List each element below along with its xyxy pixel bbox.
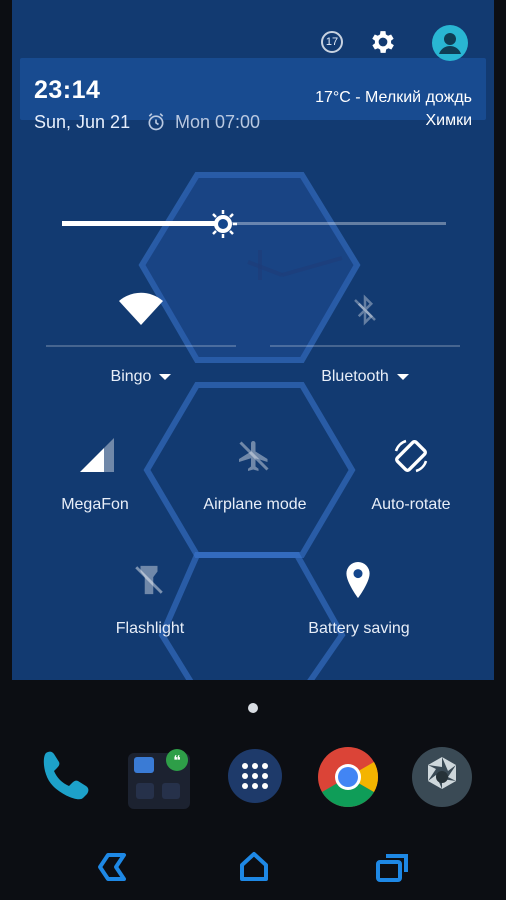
tile-bluetooth[interactable]: Bluetooth — [270, 285, 460, 395]
avatar-icon — [439, 33, 461, 54]
flashlight-off-icon — [135, 565, 163, 595]
next-alarm[interactable]: Mon 07:00 — [175, 112, 260, 133]
notification-badge[interactable]: 17 — [321, 31, 343, 53]
alarm-icon — [148, 113, 164, 131]
chevron-down-icon — [396, 373, 409, 380]
tile-divider — [46, 345, 236, 347]
tile-cellular-label: MegaFon — [61, 496, 129, 513]
airplane-icon — [239, 441, 269, 471]
tile-bluetooth-label-row[interactable]: Bluetooth — [270, 368, 460, 386]
messages-mini-icon — [134, 757, 154, 773]
tile-auto-rotate-label: Auto-rotate — [371, 496, 451, 513]
rotate-icon — [394, 439, 428, 473]
tile-wifi-label: Bingo — [110, 368, 152, 385]
chevron-down-icon — [159, 373, 172, 380]
bluetooth-off-icon — [354, 294, 376, 326]
tile-flashlight-label: Flashlight — [115, 620, 185, 637]
phone-icon[interactable] — [32, 745, 96, 809]
hangouts-mini-icon: ❝ — [166, 749, 188, 771]
tile-airplane[interactable]: Airplane mode — [190, 436, 320, 526]
page-indicator — [248, 703, 258, 713]
brightness-fill — [62, 221, 223, 226]
wifi-icon — [119, 292, 163, 325]
home-icon[interactable] — [234, 850, 274, 884]
tile-auto-rotate[interactable]: Auto-rotate — [356, 436, 466, 526]
grid-dots-icon — [242, 763, 268, 789]
tile-divider — [270, 345, 460, 347]
battery-saver-icon — [346, 562, 370, 598]
app-drawer-icon[interactable] — [226, 745, 290, 809]
avatar[interactable] — [432, 25, 468, 61]
tile-airplane-label: Airplane mode — [203, 496, 307, 513]
tile-battery-saving-label: Battery saving — [308, 620, 410, 637]
tile-wifi[interactable]: Bingo — [46, 285, 236, 395]
back-icon[interactable] — [96, 850, 136, 884]
camera-icon[interactable] — [410, 745, 474, 809]
gear-icon[interactable] — [368, 27, 398, 57]
clock-time[interactable]: 23:14 — [34, 76, 100, 105]
recents-icon[interactable] — [372, 850, 412, 884]
tile-battery-saving[interactable]: Battery saving — [300, 562, 418, 652]
weather-city: Химки — [425, 112, 472, 129]
weather-text: 17°C - Мелкий дождь — [315, 89, 472, 106]
tile-bluetooth-label: Bluetooth — [321, 368, 389, 385]
brightness-thumb-icon[interactable] — [207, 208, 239, 240]
signal-icon — [80, 438, 114, 472]
chrome-icon[interactable] — [316, 745, 380, 809]
date-label[interactable]: Sun, Jun 21 — [34, 112, 130, 133]
tile-flashlight[interactable]: Flashlight — [95, 562, 205, 652]
hangouts-folder-icon[interactable]: ❝ — [128, 745, 192, 809]
tile-wifi-label-row[interactable]: Bingo — [46, 368, 236, 386]
tile-cellular[interactable]: MegaFon — [40, 436, 150, 526]
